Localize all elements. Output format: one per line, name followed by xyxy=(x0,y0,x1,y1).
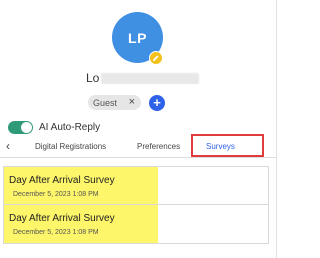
list-item[interactable]: Day After Arrival Survey December 5, 202… xyxy=(4,205,268,243)
chevron-left-icon[interactable]: ‹ xyxy=(6,139,10,153)
survey-date: December 5, 2023 1:08 PM xyxy=(13,191,99,198)
close-icon[interactable]: × xyxy=(129,95,135,110)
edit-avatar-button[interactable] xyxy=(149,51,163,65)
survey-title: Day After Arrival Survey xyxy=(9,175,115,186)
guest-chip-label: Guest xyxy=(93,97,118,108)
list-item[interactable]: Day After Arrival Survey December 5, 202… xyxy=(4,167,268,205)
survey-date: December 5, 2023 1:08 PM xyxy=(13,229,99,236)
panel-divider xyxy=(276,0,277,258)
survey-title: Day After Arrival Survey xyxy=(9,213,115,224)
guest-name: Lo xyxy=(86,71,200,85)
tab-digital-registrations[interactable]: Digital Registrations xyxy=(35,142,106,151)
ai-auto-reply-label: AI Auto-Reply xyxy=(39,122,101,133)
guest-type-chip: Guest × xyxy=(88,95,141,110)
survey-list: Day After Arrival Survey December 5, 202… xyxy=(3,166,269,244)
annotation-highlight-box xyxy=(191,134,264,157)
add-tag-button[interactable]: + xyxy=(149,95,165,111)
ai-auto-reply-toggle[interactable] xyxy=(8,121,33,134)
text-highlight xyxy=(4,205,158,243)
redacted-name xyxy=(101,72,200,84)
toggle-knob xyxy=(21,122,32,133)
tab-preferences[interactable]: Preferences xyxy=(137,142,180,151)
guest-name-text: Lo xyxy=(86,71,100,85)
pencil-icon xyxy=(153,55,159,61)
avatar-initials: LP xyxy=(128,29,147,46)
